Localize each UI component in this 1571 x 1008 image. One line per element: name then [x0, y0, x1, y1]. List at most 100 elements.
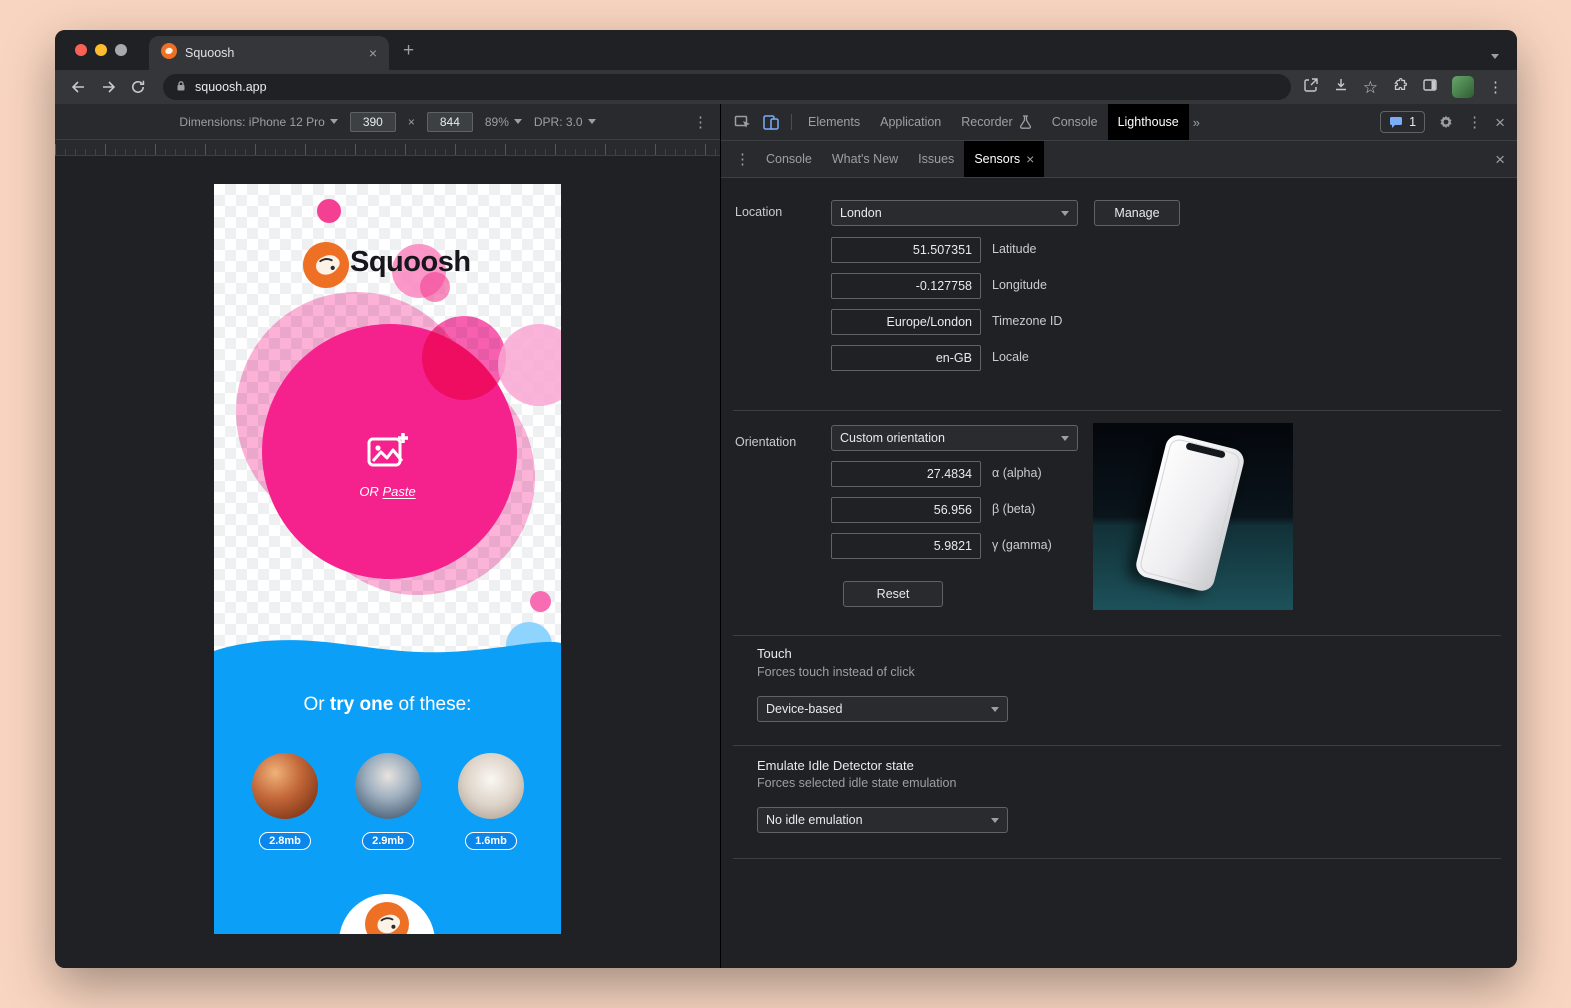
- profile-avatar[interactable]: [1452, 76, 1474, 98]
- pink-dot-small: [530, 591, 551, 612]
- section-separator: [733, 410, 1501, 411]
- chevron-down-icon: [991, 818, 999, 823]
- extensions-puzzle-icon[interactable]: [1392, 77, 1408, 98]
- device-viewport: Squoosh OR Paste Or try one of these:: [214, 184, 561, 934]
- size-badge: 1.6mb: [465, 832, 517, 850]
- back-button[interactable]: [65, 79, 91, 95]
- gamma-input[interactable]: 5.9821: [831, 533, 981, 559]
- add-image-icon[interactable]: [365, 429, 410, 479]
- bookmark-star-icon[interactable]: ☆: [1363, 79, 1378, 96]
- sensors-tab-close-icon[interactable]: ×: [1026, 152, 1034, 166]
- tab-close-icon[interactable]: ×: [369, 46, 377, 60]
- minimize-window-button[interactable]: [95, 44, 107, 56]
- device-canvas: Squoosh OR Paste Or try one of these:: [55, 156, 720, 968]
- side-panel-icon[interactable]: [1422, 77, 1438, 98]
- alpha-input[interactable]: 27.4834: [831, 461, 981, 487]
- devtools-close-icon[interactable]: ×: [1495, 114, 1505, 131]
- tab-elements[interactable]: Elements: [798, 104, 870, 140]
- tab-application[interactable]: Application: [870, 104, 951, 140]
- manage-button[interactable]: Manage: [1094, 200, 1180, 226]
- browser-tab[interactable]: Squoosh ×: [149, 36, 389, 70]
- console-messages-badge[interactable]: 1: [1380, 111, 1425, 133]
- paste-link[interactable]: Paste: [382, 484, 415, 499]
- section-separator: [733, 745, 1501, 746]
- url-text: squoosh.app: [195, 80, 267, 94]
- touch-description: Forces touch instead of click: [757, 665, 915, 679]
- dpr-select[interactable]: DPR: 3.0: [534, 115, 596, 129]
- timezone-input[interactable]: Europe/London: [831, 309, 981, 335]
- address-bar[interactable]: squoosh.app: [163, 74, 1291, 100]
- zoom-window-button[interactable]: [115, 44, 127, 56]
- drawer-menu-kebab-icon[interactable]: ⋮: [729, 152, 756, 167]
- orientation-label: Orientation: [735, 435, 796, 449]
- sample-image-redpanda[interactable]: 2.8mb: [252, 753, 318, 850]
- browser-toolbar: squoosh.app ☆ ⋮: [55, 70, 1517, 104]
- zoom-select[interactable]: 89%: [485, 115, 522, 129]
- tab-search-chevron-icon[interactable]: [1491, 46, 1499, 64]
- inspect-icon[interactable]: [729, 113, 757, 131]
- tab-lighthouse[interactable]: Lighthouse: [1108, 104, 1189, 140]
- drawer-tab-sensors[interactable]: Sensors ×: [964, 141, 1044, 177]
- sensors-panel: Location London Manage 51.507351 Latitud…: [721, 178, 1517, 968]
- size-badge: 2.9mb: [362, 832, 414, 850]
- open-in-new-icon[interactable]: [1303, 77, 1319, 98]
- download-icon[interactable]: [1333, 77, 1349, 98]
- forward-button[interactable]: [95, 79, 121, 95]
- drawer-tab-console[interactable]: Console: [756, 141, 822, 177]
- lock-icon: [175, 80, 187, 95]
- locale-input[interactable]: en-GB: [831, 345, 981, 371]
- locale-label: Locale: [992, 350, 1029, 364]
- beta-input[interactable]: 56.956: [831, 497, 981, 523]
- squoosh-bottom-logo-icon: [365, 902, 409, 934]
- location-select[interactable]: London: [831, 200, 1078, 226]
- tab-recorder[interactable]: Recorder: [951, 104, 1041, 140]
- devtools-pane: Elements Application Recorder Console Li…: [721, 104, 1517, 968]
- device-width-input[interactable]: 390: [350, 112, 396, 132]
- try-one-text: Or try one of these:: [214, 694, 561, 716]
- latitude-input[interactable]: 51.507351: [831, 237, 981, 263]
- drawer-tab-bar: ⋮ Console What's New Issues Sensors × ×: [721, 141, 1517, 178]
- window-controls: [75, 44, 127, 56]
- device-toolbar-toggle-icon[interactable]: [757, 113, 785, 131]
- squoosh-logo-text: Squoosh: [350, 246, 471, 279]
- close-window-button[interactable]: [75, 44, 87, 56]
- drawer-tab-whats-new[interactable]: What's New: [822, 141, 908, 177]
- pink-blob-right-1: [422, 316, 506, 400]
- toolbar-separator: [791, 114, 792, 130]
- device-emulation-pane: Dimensions: iPhone 12 Pro 390 × 844 89% …: [55, 104, 721, 968]
- reset-button[interactable]: Reset: [843, 581, 943, 607]
- flask-icon: [1019, 115, 1032, 129]
- redpanda-thumb-image[interactable]: [252, 753, 318, 819]
- orientation-select[interactable]: Custom orientation: [831, 425, 1078, 451]
- settings-gear-icon[interactable]: [1438, 114, 1454, 130]
- longitude-input[interactable]: -0.127758: [831, 273, 981, 299]
- device-ruler: [55, 140, 720, 156]
- phone-thumb-image[interactable]: [458, 753, 524, 819]
- sample-image-dog[interactable]: 2.9mb: [355, 753, 421, 850]
- new-tab-button[interactable]: +: [403, 41, 414, 60]
- squoosh-logo-icon: [303, 242, 349, 293]
- tab-console[interactable]: Console: [1042, 104, 1108, 140]
- device-dimensions-select[interactable]: Dimensions: iPhone 12 Pro: [179, 115, 337, 129]
- more-tabs-chevron-icon[interactable]: »: [1189, 115, 1204, 130]
- messages-count: 1: [1409, 115, 1416, 129]
- reload-button[interactable]: [125, 79, 151, 95]
- device-height-input[interactable]: 844: [427, 112, 473, 132]
- chevron-down-icon: [1061, 211, 1069, 216]
- browser-menu-kebab-icon[interactable]: ⋮: [1488, 80, 1503, 95]
- phone-orientation-preview[interactable]: [1093, 423, 1293, 610]
- touch-select[interactable]: Device-based: [757, 696, 1008, 722]
- dog-thumb-image[interactable]: [355, 753, 421, 819]
- devtools-menu-kebab-icon[interactable]: ⋮: [1467, 115, 1482, 130]
- toolbar-icons: ☆ ⋮: [1303, 76, 1503, 98]
- drawer-tab-issues[interactable]: Issues: [908, 141, 964, 177]
- idle-detector-description: Forces selected idle state emulation: [757, 776, 956, 790]
- latitude-label: Latitude: [992, 242, 1036, 256]
- device-toolbar-menu-kebab-icon[interactable]: ⋮: [693, 113, 708, 131]
- blue-wave: [214, 633, 561, 663]
- dimensions-times-label: ×: [408, 115, 415, 129]
- drawer-close-icon[interactable]: ×: [1495, 151, 1505, 168]
- sample-image-phone[interactable]: 1.6mb: [458, 753, 524, 850]
- pink-dot-blob: [317, 199, 341, 223]
- idle-detector-select[interactable]: No idle emulation: [757, 807, 1008, 833]
